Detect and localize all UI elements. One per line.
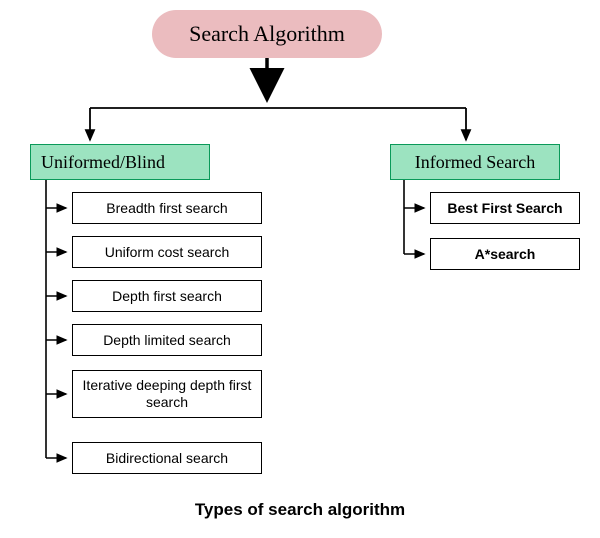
branch-informed-label: Informed Search xyxy=(415,152,535,173)
item-ucs-label: Uniform cost search xyxy=(105,244,229,261)
item-bfs-label: Breadth first search xyxy=(106,200,227,217)
caption-text: Types of search algorithm xyxy=(195,500,405,519)
item-bidir: Bidirectional search xyxy=(72,442,262,474)
item-dfs: Depth first search xyxy=(72,280,262,312)
root-title: Search Algorithm xyxy=(189,21,345,47)
item-dls: Depth limited search xyxy=(72,324,262,356)
branch-uninformed-label: Uniformed/Blind xyxy=(41,152,165,173)
branch-uninformed: Uniformed/Blind xyxy=(30,144,210,180)
item-iddfs-label: Iterative deeping depth first search xyxy=(79,377,255,411)
item-bfs: Breadth first search xyxy=(72,192,262,224)
item-astar-label: A*search xyxy=(475,246,536,263)
item-iddfs: Iterative deeping depth first search xyxy=(72,370,262,418)
item-dls-label: Depth limited search xyxy=(103,332,231,349)
branch-informed: Informed Search xyxy=(390,144,560,180)
item-astar: A*search xyxy=(430,238,580,270)
item-bestfirst-label: Best First Search xyxy=(447,200,562,217)
item-dfs-label: Depth first search xyxy=(112,288,222,305)
item-ucs: Uniform cost search xyxy=(72,236,262,268)
item-bidir-label: Bidirectional search xyxy=(106,450,228,467)
diagram-caption: Types of search algorithm xyxy=(0,500,600,520)
item-bestfirst: Best First Search xyxy=(430,192,580,224)
root-node: Search Algorithm xyxy=(152,10,382,58)
